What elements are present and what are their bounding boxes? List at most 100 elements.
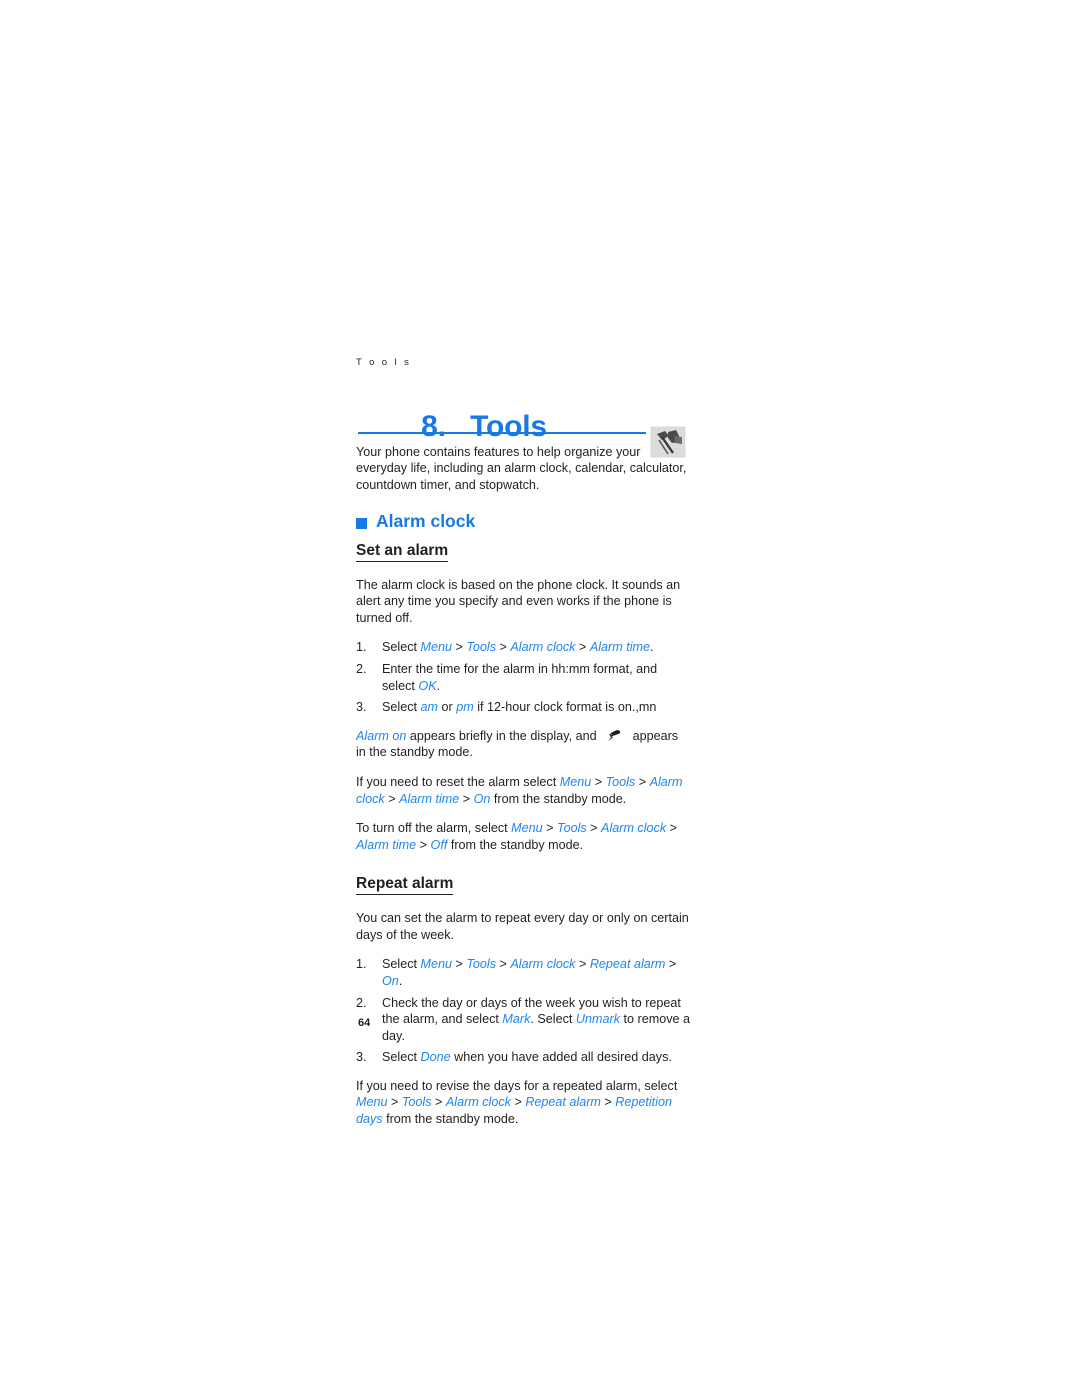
step-number: 2.: [356, 995, 367, 1010]
ui-term: Menu: [559, 774, 592, 789]
step-item: 1. Select Menu > Tools > Alarm clock > Al…: [356, 639, 690, 656]
subsection-intro-paragraph: You can set the alarm to repeat every da…: [356, 911, 689, 942]
path-separator: >: [431, 1095, 446, 1110]
ui-term: Alarm time: [356, 837, 417, 852]
step-text: Select Menu > Tools > Alarm clock > Alar…: [382, 640, 654, 654]
text-run: from the standby mode.: [490, 791, 627, 806]
ui-term: On: [473, 791, 491, 806]
step-number: 2.: [356, 661, 367, 676]
ui-term: On: [382, 973, 399, 988]
note-paragraph: Alarm on appears briefly in the display,…: [356, 728, 690, 761]
ui-term: Alarm time: [399, 791, 460, 806]
path-separator: >: [665, 957, 677, 972]
page-content: T o o l s 8. Tools Your phone contains f…: [356, 358, 690, 1141]
subsection-heading-wrap: Repeat alarm: [356, 875, 690, 903]
subsection-heading: Repeat alarm: [356, 875, 454, 896]
chapter-divider: [358, 431, 646, 434]
step-number: 3.: [356, 700, 367, 715]
ui-term: Menu: [511, 821, 543, 836]
path-separator: >: [452, 957, 467, 972]
path-separator: >: [600, 1095, 616, 1110]
text-run: .: [436, 678, 441, 693]
ui-term: Tools: [605, 774, 636, 789]
ui-term: Menu: [356, 1095, 388, 1110]
path-separator: >: [387, 1095, 402, 1110]
path-separator: >: [666, 821, 677, 836]
ui-term: Done: [420, 1050, 451, 1065]
section-heading-label: Alarm clock: [376, 511, 476, 532]
step-item: 3. Select am or pm if 12-hour clock forma…: [356, 699, 690, 716]
step-item: 2. Enter the time for the alarm in hh:mm …: [356, 661, 690, 694]
text-run: or: [438, 700, 457, 715]
text-run: Select: [382, 1050, 421, 1065]
ui-term: Repeat alarm: [525, 1095, 601, 1110]
ui-term: Tools: [466, 640, 497, 655]
blue-square-bullet-icon: [356, 517, 367, 529]
ui-term: Mark: [502, 1012, 531, 1027]
path-separator: >: [384, 791, 400, 806]
text-run: If you need to revise the days for a rep…: [356, 1078, 678, 1093]
path-separator: >: [591, 774, 606, 789]
text-run: If you need to reset the alarm select: [356, 774, 560, 789]
path-separator: >: [416, 837, 431, 852]
note-paragraph: To turn off the alarm, select Menu > Too…: [356, 820, 690, 853]
path-separator: >: [510, 1095, 526, 1110]
ui-term: Alarm clock: [510, 640, 576, 655]
subsection-intro-paragraph: The alarm clock is based on the phone cl…: [356, 577, 681, 625]
chapter-title: 8. Tools: [356, 382, 690, 472]
ui-term: am: [420, 700, 439, 715]
note-paragraph: If you need to reset the alarm select Me…: [356, 774, 690, 807]
ui-term: Alarm clock: [445, 1095, 511, 1110]
note-paragraph: If you need to revise the days for a rep…: [356, 1078, 690, 1128]
text-run: from the standby mode.: [447, 837, 584, 852]
step-item: 1. Select Menu > Tools > Alarm clock > Re…: [356, 956, 690, 989]
chapter-header: 8. Tools: [356, 382, 690, 462]
ui-term: Tools: [557, 821, 587, 836]
ui-term: Off: [430, 837, 448, 852]
ui-term: Alarm on: [356, 728, 407, 743]
step-text: Select Done when you have added all desi…: [382, 1050, 672, 1064]
step-text: Select am or pm if 12-hour clock format …: [382, 700, 656, 714]
sections-container: Alarm clock Set an alarm The alarm clock i…: [356, 513, 690, 1127]
step-text: Check the day or days of the week you wi…: [382, 996, 690, 1043]
ui-term: Alarm clock: [601, 821, 667, 836]
ui-term: Alarm time: [589, 640, 651, 655]
step-text: Select Menu > Tools > Alarm clock > Repe…: [382, 957, 676, 988]
step-item: 3. Select Done when you have added all de…: [356, 1049, 690, 1066]
subsection-heading: Set an alarm: [356, 542, 449, 562]
tools-hammer-thumbnail-icon: [648, 423, 690, 462]
step-number: 3.: [356, 1050, 367, 1065]
ui-term: OK: [418, 678, 437, 693]
step-item: 2. Check the day or days of the week you …: [356, 995, 690, 1045]
text-run: . Select: [530, 1012, 576, 1027]
path-separator: >: [635, 774, 650, 789]
path-separator: >: [542, 821, 558, 836]
ui-term: Menu: [420, 640, 453, 655]
text-run: Select: [382, 700, 421, 715]
path-separator: >: [496, 640, 511, 655]
ui-term: Repeat alarm: [589, 957, 666, 972]
path-separator: >: [575, 640, 590, 655]
page-number: 64: [358, 1017, 371, 1029]
chapter-number: 8.: [421, 409, 446, 443]
numbered-step-list: 1. Select Menu > Tools > Alarm clock > Re…: [356, 956, 690, 1066]
subsection-heading-wrap: Set an alarm: [356, 542, 690, 570]
step-text: Enter the time for the alarm in hh:mm fo…: [382, 662, 657, 693]
manual-page: T o o l s 8. Tools Your phone contains f…: [0, 0, 1080, 1397]
text-run: Select: [382, 640, 421, 655]
text-run: when you have added all desired days.: [450, 1050, 672, 1065]
step-number: 1.: [356, 640, 367, 655]
text-run: from the standby mode.: [382, 1112, 519, 1127]
text-run: To turn off the alarm, select: [356, 821, 512, 836]
numbered-step-list: 1. Select Menu > Tools > Alarm clock > Al…: [356, 639, 690, 715]
ui-term: Alarm clock: [510, 957, 576, 972]
alarm-bell-icon: [607, 729, 622, 742]
text-run: appears briefly in the display, and: [406, 728, 601, 743]
ui-term: Tools: [466, 957, 497, 972]
text-run: if 12-hour clock format is on.,mn: [473, 700, 657, 715]
chapter-title-text: Tools: [470, 409, 547, 443]
text-run: .: [650, 640, 654, 655]
ui-term: Unmark: [575, 1012, 620, 1027]
ui-term: Tools: [401, 1095, 432, 1110]
ui-term: Menu: [420, 957, 453, 972]
